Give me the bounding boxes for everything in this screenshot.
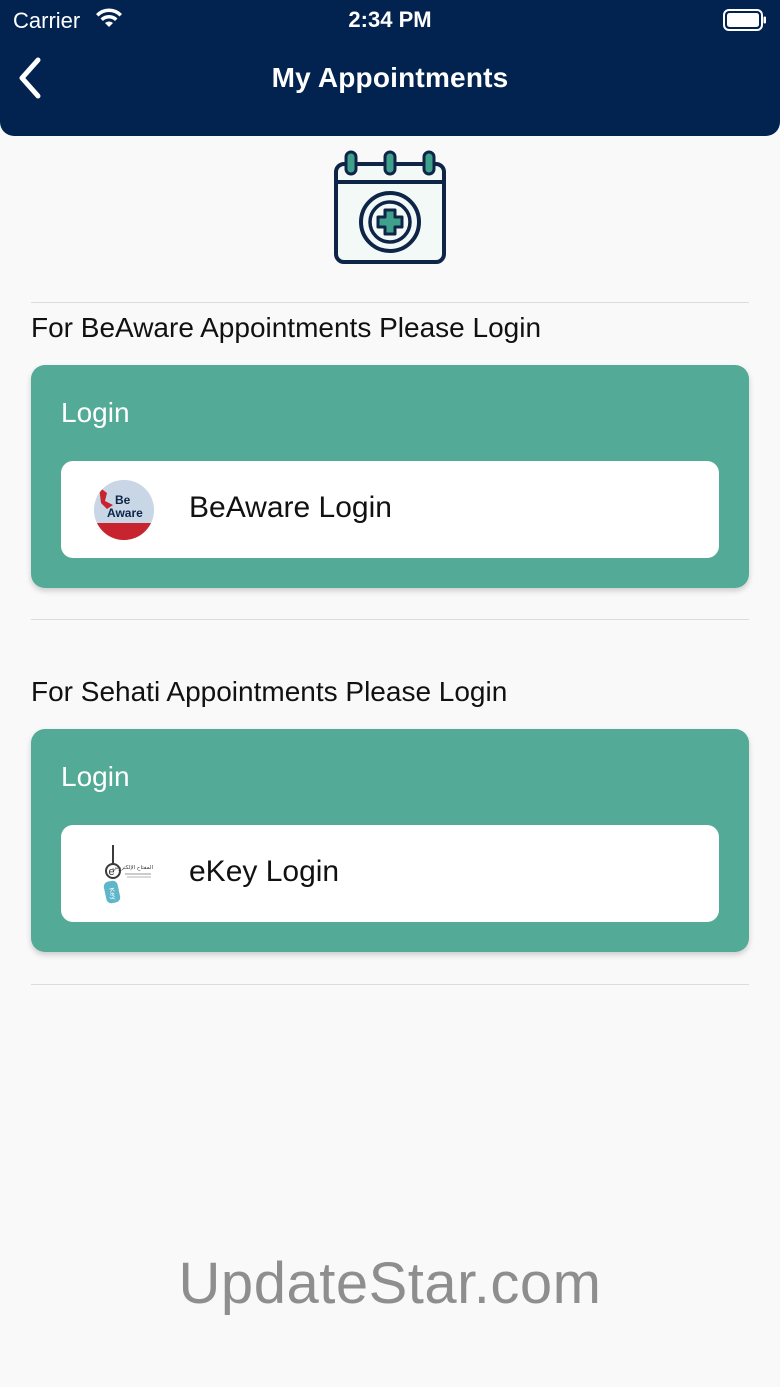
- battery-icon: [723, 9, 766, 31]
- beaware-login-card: Login Be Aware BeAware Login: [31, 365, 749, 588]
- navigation-header: Carrier 2:34 PM My Appointments: [0, 0, 780, 136]
- calendar-medical-icon: [334, 150, 446, 264]
- ekey-login-button[interactable]: e Key المفتاح الإلكتروني eKey Login: [61, 825, 719, 922]
- beaware-logo-line2: Aware: [107, 506, 143, 520]
- app-screen: Carrier 2:34 PM My Appointments For BeAw…: [0, 0, 780, 1387]
- sehati-section-title: For Sehati Appointments Please Login: [31, 676, 508, 707]
- card-title: Login: [61, 397, 130, 428]
- login-label: eKey Login: [189, 855, 340, 888]
- status-bar: Carrier 2:34 PM: [0, 0, 780, 40]
- ekey-logo-arabic: المفتاح الإلكتروني: [112, 864, 153, 871]
- page-title: My Appointments: [271, 62, 509, 93]
- beaware-logo: Be Aware: [94, 480, 154, 540]
- ekey-logo: e Key المفتاح الإلكتروني: [103, 845, 153, 904]
- beaware-section-title: For BeAware Appointments Please Login: [31, 312, 542, 343]
- divider: [31, 984, 749, 985]
- beaware-logo-line1: Be: [115, 493, 131, 507]
- status-time: 2:34 PM: [348, 7, 432, 32]
- beaware-login-button[interactable]: Be Aware BeAware Login: [61, 461, 719, 558]
- sehati-login-card: Login e Key المفتاح الإلكتروني eKey Logi…: [31, 729, 749, 952]
- divider: [31, 619, 749, 620]
- card-title: Login: [61, 761, 130, 792]
- login-label: BeAware Login: [189, 491, 392, 524]
- divider: [31, 302, 749, 303]
- watermark: UpdateStar.com: [178, 1251, 602, 1316]
